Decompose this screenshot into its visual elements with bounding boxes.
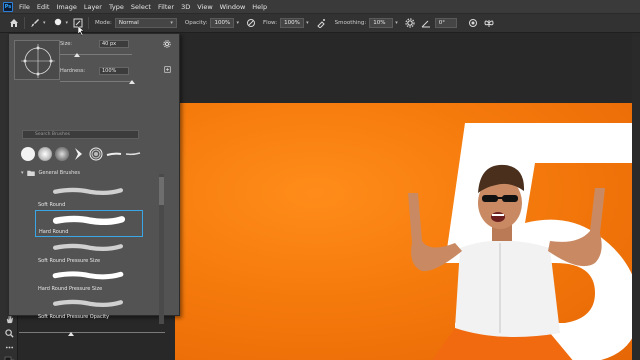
brush-preset-name: Soft Round Pressure Size xyxy=(38,258,101,264)
brush-preset-picker-panel: Size: 40 px Hardness: 100% Search Brushe… xyxy=(8,33,180,336)
brush-tool-icon[interactable] xyxy=(29,17,41,29)
folder-icon xyxy=(26,170,35,176)
mode-chevron-icon: ▾ xyxy=(170,20,173,26)
smoothing-field[interactable]: 10% xyxy=(369,18,394,28)
brush-group-row[interactable]: ▾ General Brushes xyxy=(21,168,161,177)
preview-size-thumb[interactable] xyxy=(68,332,74,336)
menu-image[interactable]: Image xyxy=(56,3,76,11)
new-preset-icon[interactable] xyxy=(164,58,171,77)
menu-window[interactable]: Window xyxy=(220,3,246,11)
menu-file[interactable]: File xyxy=(19,3,30,11)
flow-chevron-icon[interactable]: ▾ xyxy=(306,20,309,26)
tool-preset-chevron-icon[interactable]: ▾ xyxy=(43,20,46,26)
brush-list-scroll-thumb[interactable] xyxy=(159,177,164,205)
menu-edit[interactable]: Edit xyxy=(37,3,50,11)
brush-stroke-preview xyxy=(52,243,123,251)
options-bar: ▾ ▾ Mode: Normal ▾ Opacity: 100% ▾ Flow:… xyxy=(0,14,640,33)
brush-preset-item[interactable]: Hard Round xyxy=(35,210,143,237)
hardness-slider-thumb[interactable] xyxy=(129,80,135,84)
photoshop-window: Ps File Edit Image Layer Type Select Fil… xyxy=(0,0,640,360)
preview-size-slider[interactable] xyxy=(9,330,181,340)
menu-select[interactable]: Select xyxy=(131,3,151,11)
hardness-input[interactable]: 100% xyxy=(99,67,129,75)
brush-stroke-preview xyxy=(52,299,123,307)
right-scroll-gutter xyxy=(632,33,640,360)
recent-tip-stroke-1-icon[interactable] xyxy=(106,147,122,161)
group-expand-chevron-icon[interactable]: ▾ xyxy=(21,170,24,176)
menu-filter[interactable]: Filter xyxy=(158,3,174,11)
size-slider-thumb[interactable] xyxy=(74,53,81,57)
pressure-size-icon[interactable] xyxy=(467,17,479,29)
angle-field[interactable]: 0° xyxy=(434,18,457,28)
brush-angle-icon[interactable] xyxy=(420,17,432,29)
opacity-chevron-icon[interactable]: ▾ xyxy=(236,20,239,26)
hardness-label: Hardness: xyxy=(60,68,86,74)
brush-preset-item[interactable]: Hard Round Pressure Size xyxy=(35,266,143,293)
recent-tip-stroke-2-icon[interactable] xyxy=(125,147,141,161)
brush-preset-picker-icon[interactable] xyxy=(52,17,64,29)
recent-tip-soft-round[interactable] xyxy=(38,147,52,161)
mode-select[interactable]: Normal ▾ xyxy=(114,18,177,28)
pressure-opacity-icon[interactable] xyxy=(245,17,257,29)
photoshop-logo-icon[interactable]: Ps xyxy=(3,1,13,12)
brush-preset-name: Hard Round Pressure Size xyxy=(38,286,103,292)
recent-tip-soft-round-2[interactable] xyxy=(55,147,69,161)
smoothing-settings-gear-icon[interactable] xyxy=(404,17,416,29)
more-tools-icon[interactable] xyxy=(3,341,15,353)
size-slider-track[interactable] xyxy=(60,54,132,55)
recent-tip-chevron-icon[interactable] xyxy=(72,147,86,161)
brush-preset-list: ▾ General Brushes Soft Round Hard Round So… xyxy=(21,168,163,328)
search-brushes-input[interactable]: Search Brushes xyxy=(22,130,139,139)
mouse-cursor-icon xyxy=(78,26,85,36)
brush-picker-chevron-icon[interactable]: ▾ xyxy=(66,20,69,26)
menu-3d[interactable]: 3D xyxy=(181,3,190,11)
flow-field[interactable]: 100% xyxy=(280,18,305,28)
man-portrait-photo xyxy=(408,164,605,360)
flow-label: Flow: xyxy=(263,20,278,26)
color-swatches-icon[interactable] xyxy=(3,355,15,360)
recent-tip-hard-round[interactable] xyxy=(21,147,35,161)
recent-tip-textured-icon[interactable] xyxy=(89,147,103,161)
brush-list-scrollbar[interactable] xyxy=(159,174,164,324)
hardness-slider-track[interactable] xyxy=(60,81,132,82)
brush-preset-item[interactable]: Soft Round xyxy=(35,182,143,209)
menu-bar: Ps File Edit Image Layer Type Select Fil… xyxy=(0,0,640,14)
brush-preset-name: Hard Round xyxy=(39,229,69,235)
size-label: Size: xyxy=(60,41,72,47)
brush-angle-preview[interactable] xyxy=(14,40,60,80)
size-input[interactable]: 40 px xyxy=(99,40,129,48)
brush-preset-name: Soft Round xyxy=(38,202,66,208)
menu-help[interactable]: Help xyxy=(252,3,267,11)
brush-stroke-preview xyxy=(52,187,123,195)
symmetry-butterfly-icon[interactable] xyxy=(483,17,495,29)
menu-layer[interactable]: Layer xyxy=(84,3,102,11)
brush-group-name: General Brushes xyxy=(38,169,80,176)
opacity-label: Opacity: xyxy=(184,20,208,26)
brush-stroke-preview xyxy=(52,215,126,225)
menu-view[interactable]: View xyxy=(197,3,212,11)
mode-label: Mode: xyxy=(95,20,112,26)
brush-preset-item[interactable]: Soft Round Pressure Opacity xyxy=(35,294,143,321)
smoothing-label: Smoothing: xyxy=(334,20,367,26)
recent-brush-tips xyxy=(21,145,146,163)
mode-value: Normal xyxy=(118,20,139,26)
panel-settings-gear-icon[interactable] xyxy=(163,40,171,50)
canvas-image[interactable] xyxy=(175,103,640,360)
home-icon[interactable] xyxy=(8,17,20,29)
brush-preset-name: Soft Round Pressure Opacity xyxy=(38,314,110,320)
menu-type[interactable]: Type xyxy=(109,3,124,11)
airbrush-icon[interactable] xyxy=(315,17,327,29)
brush-stroke-preview xyxy=(52,271,124,280)
brush-preset-item[interactable]: Soft Round Pressure Size xyxy=(35,238,143,265)
opacity-field[interactable]: 100% xyxy=(210,18,235,28)
smoothing-chevron-icon[interactable]: ▾ xyxy=(395,20,398,26)
